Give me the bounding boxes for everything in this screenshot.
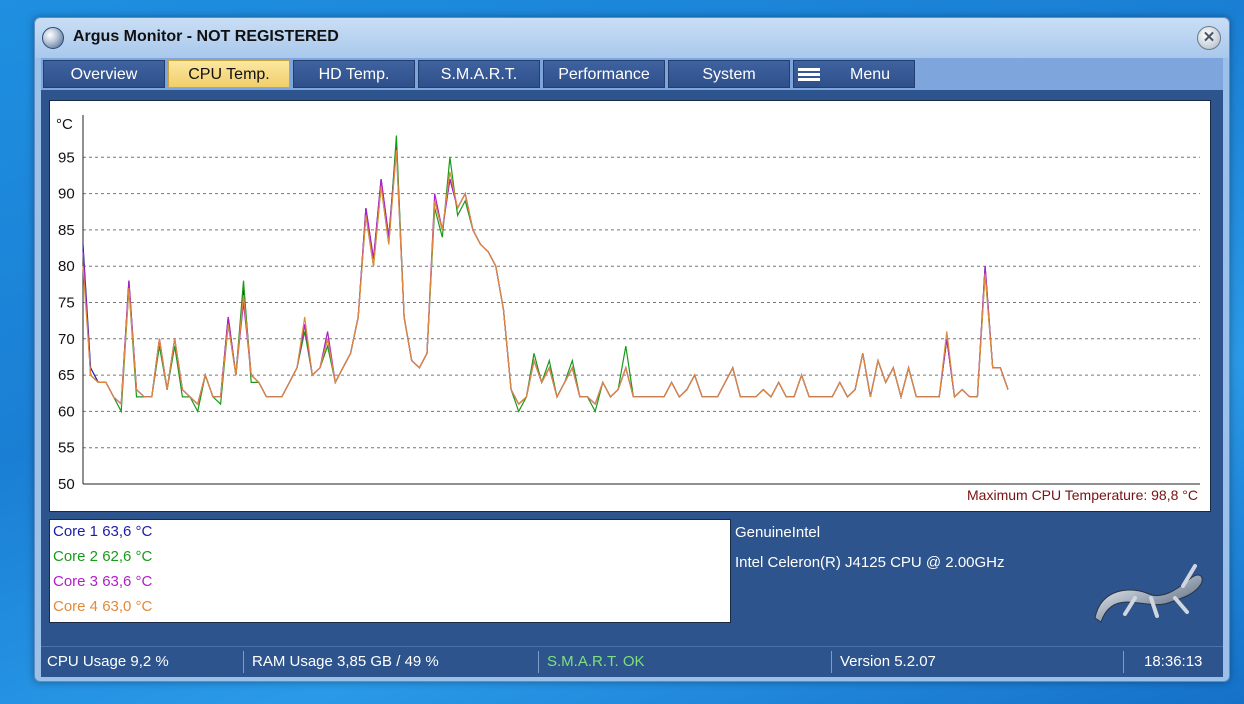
tab-cpu-temp[interactable]: CPU Temp. <box>168 60 290 88</box>
legend-core-2: Core 2 62,6 °C <box>53 548 153 565</box>
series-line-core-2 <box>82 135 1009 414</box>
clock-status: 18:36:13 <box>1144 653 1203 670</box>
temperature-chart-svg: °C 50 55 60 65 70 75 80 85 90 95 <box>56 115 1200 493</box>
tab-smart[interactable]: S.M.A.R.T. <box>418 60 540 88</box>
series-line-core-3 <box>82 149 1009 406</box>
y-tick-label: 50 <box>58 476 75 493</box>
close-button[interactable]: ✕ <box>1197 26 1221 50</box>
window-title: Argus Monitor - NOT REGISTERED <box>73 28 339 45</box>
hamburger-menu-icon <box>798 68 820 82</box>
status-bar: CPU Usage 9,2 % RAM Usage 3,85 GB / 49 %… <box>41 646 1223 677</box>
series-line-core-1 <box>82 142 1009 406</box>
status-separator <box>243 651 244 673</box>
title-bar[interactable]: Argus Monitor - NOT REGISTERED ✕ <box>35 18 1229 58</box>
tab-overview[interactable]: Overview <box>43 60 165 88</box>
legend-core-3: Core 3 63,6 °C <box>53 573 153 590</box>
tab-menu[interactable]: Menu <box>793 60 915 88</box>
y-tick-label: 60 <box>58 403 75 420</box>
y-tick-label: 80 <box>58 258 75 275</box>
cpu-vendor: GenuineIntel <box>735 524 821 541</box>
temperature-chart: °C 50 55 60 65 70 75 80 85 90 95 Maximum CPU Tempe… <box>49 100 1211 512</box>
tab-hd-temp[interactable]: HD Temp. <box>293 60 415 88</box>
app-window: Argus Monitor - NOT REGISTERED ✕ Overvie… <box>34 17 1230 682</box>
argus-app-icon <box>42 27 64 49</box>
legend-core-1: Core 1 63,6 °C <box>53 523 153 540</box>
y-tick-label: 70 <box>58 331 75 348</box>
status-separator <box>1123 651 1124 673</box>
salamander-logo-icon <box>1094 564 1203 623</box>
series-line-core-4 <box>82 149 1009 406</box>
y-tick-label: 85 <box>58 222 75 239</box>
legend-core-4: Core 4 63,0 °C <box>53 598 153 615</box>
core-legend: Core 1 63,6 °C Core 2 62,6 °C Core 3 63,… <box>49 519 731 623</box>
status-separator <box>538 651 539 673</box>
y-tick-label: 95 <box>58 149 75 166</box>
tab-menu-label: Menu <box>849 66 891 83</box>
y-tick-label: 75 <box>58 295 75 312</box>
cpu-model: Intel Celeron(R) J4125 CPU @ 2.00GHz <box>735 554 1005 571</box>
ram-usage-status: RAM Usage 3,85 GB / 49 % <box>252 653 439 670</box>
y-tick-label: 55 <box>58 440 75 457</box>
y-axis-unit-label: °C <box>56 116 73 133</box>
smart-status: S.M.A.R.T. OK <box>547 653 645 670</box>
y-tick-label: 90 <box>58 186 75 203</box>
tab-performance[interactable]: Performance <box>543 60 665 88</box>
tab-system[interactable]: System <box>668 60 790 88</box>
main-content: °C 50 55 60 65 70 75 80 85 90 95 Maximum CPU Tempe… <box>41 90 1223 646</box>
tab-bar: Overview CPU Temp. HD Temp. S.M.A.R.T. P… <box>41 58 1223 90</box>
version-status: Version 5.2.07 <box>840 653 936 670</box>
max-temperature-label: Maximum CPU Temperature: 98,8 °C <box>967 487 1198 503</box>
cpu-usage-status: CPU Usage 9,2 % <box>47 653 169 670</box>
status-separator <box>831 651 832 673</box>
y-tick-label: 65 <box>58 367 75 384</box>
